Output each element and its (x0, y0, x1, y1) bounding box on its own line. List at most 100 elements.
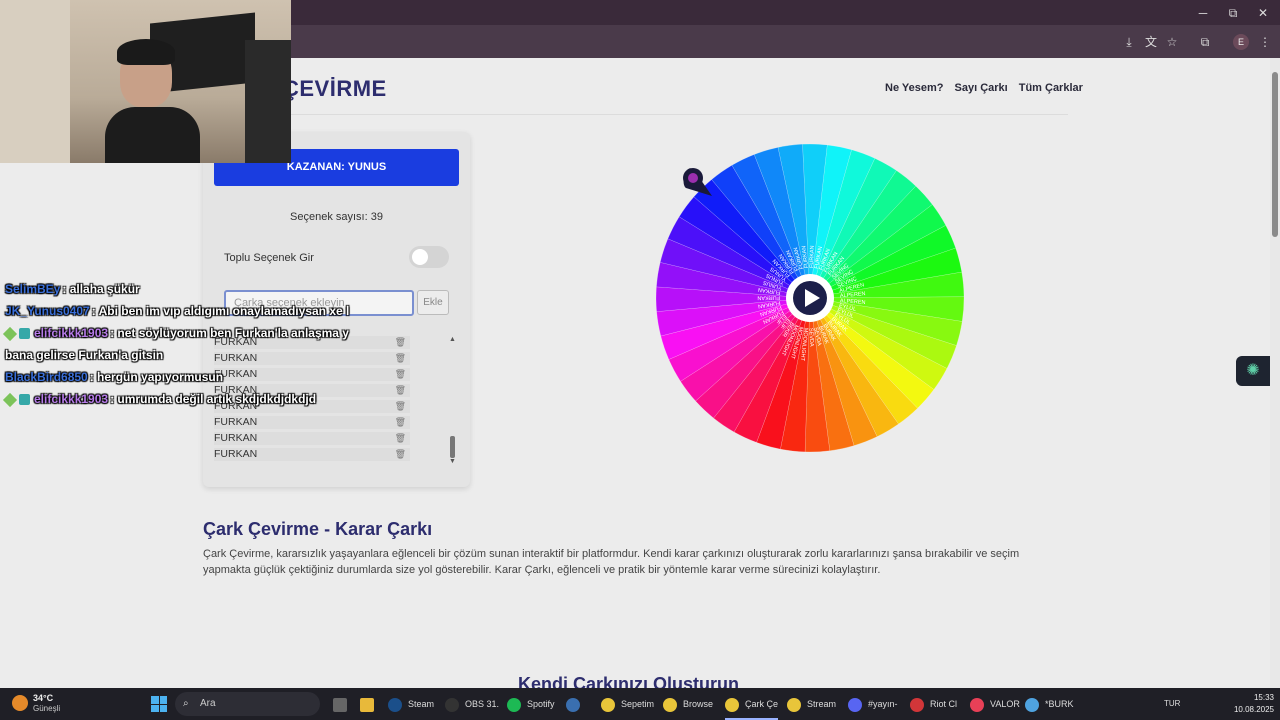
option-row[interactable]: FURKAN 🗑 (214, 448, 410, 461)
chat-message: bana gelirse Furkan'a gitsin (0, 344, 360, 366)
bulk-input-label: Toplu Seçenek Gir (224, 252, 314, 264)
app-icon (388, 697, 402, 712)
task-view-icon[interactable] (333, 688, 353, 720)
app-label: OBS 31. (465, 699, 500, 709)
nav-link-tum-carklar[interactable]: Tüm Çarklar (1019, 82, 1083, 94)
option-label: FURKAN (214, 416, 258, 428)
chat-text: bana gelirse Furkan'a gitsin (5, 348, 164, 362)
taskbar-app[interactable]: #yayın- (848, 688, 898, 720)
app-icon (445, 697, 459, 712)
taskbar-app[interactable]: OBS 31. (445, 688, 499, 720)
chat-username: SelimBEy (5, 282, 61, 296)
taskbar-app[interactable]: VALOR (970, 688, 1020, 720)
chat-message: elifcikkk1903: umrumda değil artık skdjd… (0, 388, 360, 410)
chat-message: BlackBird6850: hergün yapıyormusun (0, 366, 360, 388)
option-row[interactable]: FURKAN 🗑 (214, 432, 410, 445)
taskbar-app[interactable]: Stream (787, 688, 836, 720)
trash-icon[interactable]: 🗑 (395, 368, 406, 381)
chat-text: : hergün yapıyormusun (89, 370, 224, 384)
scroll-thumb[interactable] (450, 436, 455, 458)
profile-avatar[interactable]: E (1233, 34, 1249, 50)
app-label: *BURK (1045, 699, 1074, 709)
taskbar-app[interactable]: Spotify (507, 688, 555, 720)
maximize-icon[interactable]: ⧉ (1218, 4, 1248, 22)
app-icon (1025, 697, 1039, 712)
trash-icon[interactable]: 🗑 (395, 352, 406, 365)
taskbar-app[interactable]: Steam (388, 688, 434, 720)
chat-username: elifcikkk1903 (34, 392, 109, 406)
minimize-icon[interactable]: ─ (1188, 4, 1218, 22)
app-label: Steam (408, 699, 435, 709)
app-icon (507, 697, 521, 712)
taskbar-app[interactable]: Browse (663, 688, 713, 720)
scroll-down-icon[interactable]: ▼ (449, 458, 456, 465)
star-icon[interactable]: ☆ (1164, 34, 1180, 50)
chat-username: JK_Yunus0407 (5, 304, 90, 318)
app-icon (970, 697, 984, 712)
section-heading: Kendi Çarkınızı Oluşturun (518, 674, 740, 688)
app-icon (725, 697, 739, 712)
chat-text: : allaha şükür (62, 282, 140, 296)
wheel-svg[interactable]: FURKANFURKANFURKANFURKANFURKANFURKANSEVİ… (650, 138, 970, 458)
app-label: Sepetim (621, 699, 655, 709)
extensions-icon[interactable]: ⧉ (1197, 34, 1213, 50)
nav-menu: Ne Yesem? Sayı Çarkı Tüm Çarklar (885, 82, 1083, 94)
page-scroll-thumb[interactable] (1272, 72, 1278, 237)
option-label: FURKAN (214, 432, 258, 444)
menu-icon[interactable]: ⋮ (1257, 34, 1273, 50)
install-icon[interactable]: ⤓ (1121, 34, 1137, 50)
chat-overlay: SelimBEy: allaha şükür JK_Yunus0407: Abi … (0, 278, 360, 410)
bulk-input-toggle[interactable] (409, 246, 449, 268)
nav-link-ne-yesem[interactable]: Ne Yesem? (885, 82, 944, 94)
scroll-up-icon[interactable]: ▲ (449, 336, 456, 343)
webcam-monitor (245, 40, 291, 163)
taskbar-app[interactable]: Riot Cl (910, 688, 957, 720)
trash-icon[interactable]: 🗑 (395, 416, 406, 429)
language-indicator[interactable]: TUR (1164, 688, 1180, 720)
chat-badge-icon (2, 326, 18, 341)
app-icon (787, 697, 801, 712)
trash-icon[interactable]: 🗑 (395, 384, 406, 397)
chat-message: SelimBEy: allaha şükür (0, 278, 360, 300)
option-label: FURKAN (214, 448, 258, 460)
trash-icon[interactable]: 🗑 (395, 448, 406, 461)
trash-icon[interactable]: 🗑 (395, 432, 406, 445)
trash-icon[interactable]: 🗑 (395, 336, 406, 349)
taskbar-app[interactable]: *BURK (1025, 688, 1074, 720)
clock[interactable]: 15:33 10.08.2025 (1228, 692, 1274, 716)
taskbar-app[interactable] (566, 688, 586, 720)
trash-icon[interactable]: 🗑 (395, 400, 406, 413)
app-label: VALOR (990, 699, 1020, 709)
webcam-person (105, 39, 200, 163)
chat-username: elifcikkk1903 (34, 326, 109, 340)
translate-icon[interactable]: 文 (1143, 34, 1159, 50)
map-pin-icon (683, 168, 712, 196)
page-scrollbar[interactable] (1270, 58, 1280, 688)
sun-icon (12, 695, 28, 711)
app-label: Spotify (527, 699, 555, 709)
start-button[interactable] (151, 696, 167, 712)
app-icon (601, 697, 615, 712)
app-icon (663, 697, 677, 712)
add-option-button[interactable]: Ekle (417, 290, 449, 315)
assistant-icon[interactable]: ✺ (1236, 356, 1270, 386)
app-label: Çark Çe (745, 699, 779, 709)
app-label: Riot Cl (930, 699, 958, 709)
option-row[interactable]: FURKAN 🗑 (214, 416, 410, 429)
chat-message: elifcikkk1903: net söylüyorum ben Furkan… (0, 322, 360, 344)
page-heading: Çark Çevirme - Karar Çarkı (203, 519, 433, 539)
spin-wheel[interactable]: FURKAN FURKAN FURKAN FURKAN FURKAN FURKAN SEVİ… (650, 138, 970, 458)
page-description: Çark Çevirme, kararsızlık yaşayanlara eğ… (203, 548, 1020, 576)
close-icon[interactable]: ✕ (1248, 4, 1278, 22)
chat-text: : Abi ben im vıp aldıgımı onaylamadıysan… (91, 304, 350, 318)
app-label: Browse (683, 699, 714, 709)
taskbar-app[interactable]: Çark Çe (725, 688, 779, 720)
option-list-scrollbar[interactable]: ▲ ▼ (449, 336, 457, 468)
nav-link-sayi-carki[interactable]: Sayı Çarkı (955, 82, 1008, 94)
chat-badge-icon (19, 328, 30, 340)
search-icon: ⌕ (183, 698, 189, 709)
taskbar-app[interactable]: Sepetim (601, 688, 654, 720)
taskbar-search[interactable]: ⌕ Ara (175, 692, 320, 716)
app-label: Stream (807, 699, 837, 709)
file-explorer-icon[interactable] (360, 688, 380, 720)
